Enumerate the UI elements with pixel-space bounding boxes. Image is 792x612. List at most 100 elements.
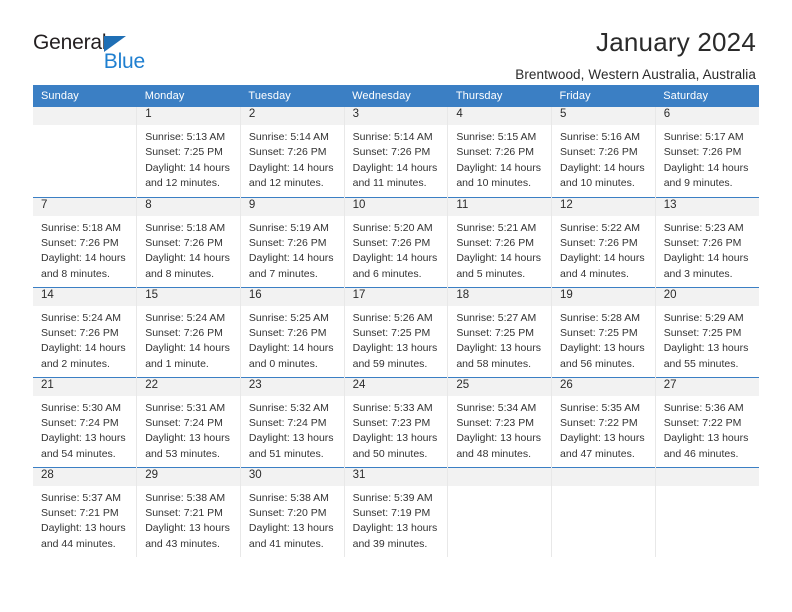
- weekday-header-sunday: Sunday: [33, 85, 137, 107]
- sunset-text: Sunset: 7:26 PM: [456, 236, 534, 249]
- day-number: 16: [240, 287, 344, 306]
- daylight-text-line1: Daylight: 13 hours: [456, 432, 541, 445]
- sunrise-text: Sunrise: 5:25 AM: [248, 311, 329, 324]
- day-cell-inner: 29 Sunrise: 5:38 AM Sunset: 7:21 PM Dayligh…: [137, 467, 240, 558]
- daylight-text-line1: Daylight: 13 hours: [41, 432, 126, 445]
- calendar-day-cell[interactable]: 24 Sunrise: 5:33 AM Sunset: 7:23 PM Dayligh…: [344, 376, 449, 467]
- day-details: Sunrise: 5:26 AM Sunset: 7:25 PM Daylight:…: [345, 306, 448, 373]
- daylight-text-line1: Daylight: 14 hours: [41, 342, 126, 355]
- calendar-week-row: 21 Sunrise: 5:30 AM Sunset: 7:24 PM Dayligh…: [33, 376, 759, 467]
- day-number: 20: [655, 287, 759, 306]
- calendar-day-cell[interactable]: 3 Sunrise: 5:14 AM Sunset: 7:26 PM Daylight…: [344, 107, 449, 197]
- daylight-text-line1: Daylight: 13 hours: [560, 342, 645, 355]
- daylight-text-line1: Daylight: 14 hours: [560, 252, 645, 265]
- day-number: 24: [344, 377, 448, 396]
- sunrise-text: Sunrise: 5:34 AM: [456, 401, 537, 414]
- daylight-text-line2: and 5 minutes.: [456, 267, 526, 280]
- sunset-text: Sunset: 7:26 PM: [663, 236, 742, 249]
- daylight-text-line1: Daylight: 14 hours: [456, 252, 541, 265]
- day-cell-inner: 26 Sunrise: 5:35 AM Sunset: 7:22 PM Dayligh…: [552, 377, 655, 467]
- sunrise-text: Sunrise: 5:28 AM: [560, 311, 640, 324]
- day-cell-inner: 31 Sunrise: 5:39 AM Sunset: 7:19 PM Dayligh…: [344, 467, 448, 558]
- daylight-text-line2: and 6 minutes.: [352, 267, 422, 280]
- day-cell-inner: 17 Sunrise: 5:26 AM Sunset: 7:25 PM Dayligh…: [344, 287, 448, 377]
- brand-name-general: General: [33, 31, 107, 54]
- sunset-text: Sunset: 7:26 PM: [560, 236, 638, 249]
- calendar-day-cell[interactable]: 8 Sunrise: 5:18 AM Sunset: 7:26 PM Daylight…: [136, 196, 241, 287]
- calendar-day-cell[interactable]: 20 Sunrise: 5:29 AM Sunset: 7:25 PM Dayligh…: [655, 286, 759, 377]
- calendar-day-cell[interactable]: 1 Sunrise: 5:13 AM Sunset: 7:25 PM Daylight…: [136, 107, 241, 197]
- day-cell-inner: 22 Sunrise: 5:31 AM Sunset: 7:24 PM Dayligh…: [137, 377, 240, 467]
- day-number: 9: [240, 197, 344, 216]
- calendar-day-cell[interactable]: 27 Sunrise: 5:36 AM Sunset: 7:22 PM Dayligh…: [655, 376, 759, 467]
- brand-name-blue: Blue: [103, 50, 145, 73]
- sunrise-text: Sunrise: 5:14 AM: [352, 131, 433, 143]
- sunset-text: Sunset: 7:26 PM: [352, 236, 431, 249]
- day-cell-inner: 18 Sunrise: 5:27 AM Sunset: 7:25 PM Dayligh…: [448, 287, 552, 377]
- calendar-empty-cell: [655, 466, 759, 557]
- sunset-text: Sunset: 7:25 PM: [456, 326, 534, 339]
- calendar-day-cell[interactable]: 6 Sunrise: 5:17 AM Sunset: 7:26 PM Daylight…: [655, 107, 759, 197]
- day-number: 4: [448, 107, 552, 125]
- calendar-table: Sunday Monday Tuesday Wednesday Thursday…: [33, 85, 759, 557]
- day-cell-inner: 12 Sunrise: 5:22 AM Sunset: 7:26 PM Dayligh…: [552, 197, 655, 287]
- calendar-day-cell[interactable]: 16 Sunrise: 5:25 AM Sunset: 7:26 PM Dayligh…: [240, 286, 345, 377]
- day-number: 29: [137, 467, 240, 486]
- day-details: Sunrise: 5:39 AM Sunset: 7:19 PM Daylight:…: [345, 486, 448, 553]
- calendar-day-cell[interactable]: 4 Sunrise: 5:15 AM Sunset: 7:26 PM Daylight…: [447, 107, 553, 197]
- calendar-day-cell[interactable]: 2 Sunrise: 5:14 AM Sunset: 7:26 PM Daylight…: [240, 107, 345, 197]
- calendar-day-cell[interactable]: 10 Sunrise: 5:20 AM Sunset: 7:26 PM Dayligh…: [344, 196, 449, 287]
- day-cell-inner: 4 Sunrise: 5:15 AM Sunset: 7:26 PM Daylight…: [448, 107, 552, 197]
- calendar-day-cell[interactable]: 11 Sunrise: 5:21 AM Sunset: 7:26 PM Dayligh…: [447, 196, 553, 287]
- sunset-text: Sunset: 7:24 PM: [145, 416, 223, 429]
- daylight-text-line2: and 8 minutes.: [41, 267, 110, 280]
- calendar-day-cell[interactable]: 30 Sunrise: 5:38 AM Sunset: 7:20 PM Dayligh…: [240, 466, 345, 557]
- daylight-text-line1: Daylight: 13 hours: [352, 342, 438, 355]
- calendar-day-cell[interactable]: 31 Sunrise: 5:39 AM Sunset: 7:19 PM Dayligh…: [344, 466, 449, 558]
- calendar-header-row: Sunday Monday Tuesday Wednesday Thursday…: [33, 85, 759, 107]
- day-details: Sunrise: 5:25 AM Sunset: 7:26 PM Daylight:…: [241, 306, 344, 373]
- day-cell-inner: 20 Sunrise: 5:29 AM Sunset: 7:25 PM Dayligh…: [655, 287, 759, 377]
- day-number: 21: [33, 377, 137, 396]
- daylight-text-line2: and 51 minutes.: [248, 447, 324, 460]
- calendar-day-cell[interactable]: 12 Sunrise: 5:22 AM Sunset: 7:26 PM Dayligh…: [551, 196, 656, 287]
- calendar-day-cell[interactable]: 18 Sunrise: 5:27 AM Sunset: 7:25 PM Dayligh…: [447, 286, 553, 377]
- sunrise-text: Sunrise: 5:35 AM: [560, 401, 640, 414]
- calendar-day-cell[interactable]: 19 Sunrise: 5:28 AM Sunset: 7:25 PM Dayligh…: [551, 286, 656, 377]
- calendar-day-cell[interactable]: 17 Sunrise: 5:26 AM Sunset: 7:25 PM Dayligh…: [344, 286, 449, 377]
- day-details: Sunrise: 5:33 AM Sunset: 7:23 PM Daylight:…: [345, 396, 448, 463]
- calendar-empty-cell: [447, 466, 553, 557]
- calendar-day-cell[interactable]: 26 Sunrise: 5:35 AM Sunset: 7:22 PM Dayligh…: [551, 376, 656, 467]
- day-number: 22: [137, 377, 240, 396]
- calendar-day-cell[interactable]: 15 Sunrise: 5:24 AM Sunset: 7:26 PM Dayligh…: [136, 286, 241, 377]
- calendar-day-cell[interactable]: 21 Sunrise: 5:30 AM Sunset: 7:24 PM Dayligh…: [33, 376, 138, 467]
- day-details: Sunrise: 5:24 AM Sunset: 7:26 PM Daylight:…: [137, 306, 240, 373]
- daylight-text-line1: Daylight: 14 hours: [560, 161, 645, 174]
- sunset-text: Sunset: 7:26 PM: [456, 146, 534, 159]
- calendar-day-cell[interactable]: 29 Sunrise: 5:38 AM Sunset: 7:21 PM Dayligh…: [136, 466, 241, 558]
- calendar-day-cell[interactable]: 22 Sunrise: 5:31 AM Sunset: 7:24 PM Dayligh…: [136, 376, 241, 467]
- calendar-day-cell[interactable]: 9 Sunrise: 5:19 AM Sunset: 7:26 PM Daylight…: [240, 196, 345, 287]
- calendar-day-cell[interactable]: 25 Sunrise: 5:34 AM Sunset: 7:23 PM Dayligh…: [447, 376, 553, 467]
- weekday-header-thursday: Thursday: [447, 85, 552, 107]
- calendar-day-cell[interactable]: 14 Sunrise: 5:24 AM Sunset: 7:26 PM Dayligh…: [33, 286, 138, 377]
- day-details: Sunrise: 5:34 AM Sunset: 7:23 PM Daylight:…: [448, 396, 551, 463]
- calendar-day-cell[interactable]: 28 Sunrise: 5:37 AM Sunset: 7:21 PM Dayligh…: [33, 466, 138, 557]
- daylight-text-line2: and 50 minutes.: [352, 447, 428, 460]
- day-number: 13: [655, 197, 759, 216]
- calendar-day-cell[interactable]: 5 Sunrise: 5:16 AM Sunset: 7:26 PM Daylight…: [551, 107, 656, 197]
- calendar-empty-cell: [33, 107, 138, 197]
- daylight-text-line2: and 9 minutes.: [663, 177, 733, 190]
- calendar-day-cell[interactable]: 7 Sunrise: 5:18 AM Sunset: 7:26 PM Daylight…: [33, 196, 138, 287]
- calendar-day-cell[interactable]: 13 Sunrise: 5:23 AM Sunset: 7:26 PM Dayligh…: [655, 196, 759, 287]
- sunset-text: Sunset: 7:25 PM: [145, 146, 223, 159]
- sunrise-text: Sunrise: 5:31 AM: [145, 401, 226, 414]
- day-number: [655, 467, 759, 486]
- day-details: Sunrise: 5:37 AM Sunset: 7:21 PM Daylight:…: [33, 486, 136, 553]
- calendar-day-cell[interactable]: 23 Sunrise: 5:32 AM Sunset: 7:24 PM Dayligh…: [240, 376, 345, 467]
- daylight-text-line2: and 0 minutes.: [248, 357, 318, 370]
- daylight-text-line2: and 48 minutes.: [456, 447, 532, 460]
- daylight-text-line1: Daylight: 13 hours: [456, 342, 541, 355]
- sunset-text: Sunset: 7:26 PM: [352, 146, 431, 159]
- sunrise-text: Sunrise: 5:30 AM: [41, 401, 121, 414]
